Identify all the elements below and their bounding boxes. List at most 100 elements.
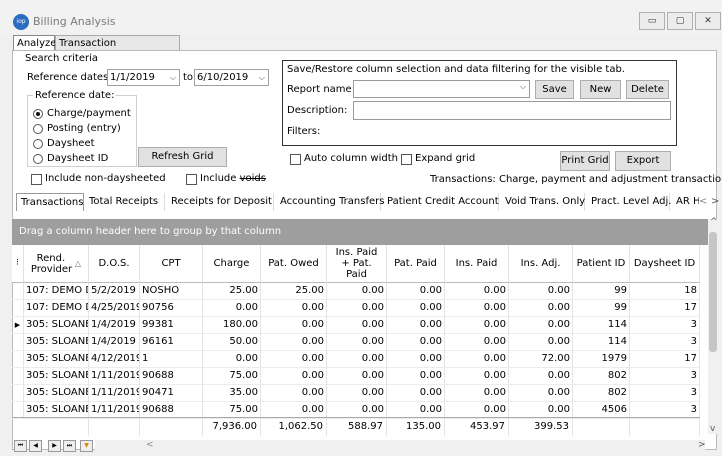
table-cell[interactable]: NOSHO bbox=[140, 283, 203, 300]
nav-last-icon[interactable]: ⏭ bbox=[63, 440, 76, 452]
scroll-down-icon[interactable]: v bbox=[710, 424, 715, 434]
close-button[interactable]: ✕ bbox=[695, 12, 721, 30]
table-cell[interactable]: 99 bbox=[573, 283, 630, 300]
row-indicator[interactable] bbox=[12, 385, 24, 402]
table-cell[interactable]: 0.00 bbox=[327, 368, 387, 385]
table-cell[interactable]: 18 bbox=[630, 283, 700, 300]
table-cell[interactable]: 90471 bbox=[140, 385, 203, 402]
table-cell[interactable]: 1979 bbox=[573, 351, 630, 368]
table-cell[interactable]: 0.00 bbox=[509, 317, 573, 334]
table-cell[interactable]: 3 bbox=[630, 334, 700, 351]
col-header-ins-paid-pat-paid[interactable]: Ins. Paid + Pat. Paid bbox=[327, 245, 387, 283]
auto-column-width-checkbox[interactable] bbox=[290, 154, 301, 165]
grid-tab-receipts-for-deposit[interactable]: Receipts for Deposit bbox=[167, 193, 274, 211]
table-cell[interactable]: 0.00 bbox=[261, 334, 327, 351]
row-indicator[interactable] bbox=[12, 368, 24, 385]
table-cell[interactable]: 0.00 bbox=[509, 334, 573, 351]
tab-analyze[interactable]: Analyze bbox=[13, 35, 56, 51]
table-cell[interactable]: 305: SLOANE bbox=[24, 317, 89, 334]
table-cell[interactable]: 0.00 bbox=[387, 368, 445, 385]
scroll-up-icon[interactable]: ^ bbox=[710, 217, 718, 227]
table-cell[interactable]: 90756 bbox=[140, 300, 203, 317]
col-header-ins-paid[interactable]: Ins. Paid bbox=[445, 245, 509, 283]
table-cell[interactable]: 96161 bbox=[140, 334, 203, 351]
table-cell[interactable]: 114 bbox=[573, 334, 630, 351]
grid-tab-ar-history[interactable]: AR H bbox=[672, 193, 699, 211]
table-cell[interactable]: 0.00 bbox=[327, 351, 387, 368]
table-cell[interactable]: 35.00 bbox=[203, 385, 261, 402]
column-chooser-icon[interactable]: ⁝ bbox=[12, 245, 24, 283]
group-by-bar[interactable]: Drag a column header here to group by th… bbox=[12, 219, 712, 245]
maximize-button[interactable]: ▢ bbox=[667, 12, 693, 30]
table-cell[interactable]: 5/2/2019 bbox=[89, 283, 140, 300]
col-header-dos[interactable]: D.O.S. bbox=[89, 245, 140, 283]
table-row[interactable]: 305: SLOANE 1/4/2019 96161 50.00 0.00 0.00 0.0… bbox=[12, 334, 700, 351]
report-name-combo[interactable]: ⌵ bbox=[353, 80, 530, 98]
nav-prev-icon[interactable]: ◀ bbox=[29, 440, 42, 452]
table-cell[interactable]: 0.00 bbox=[261, 317, 327, 334]
grid-tab-total-receipts[interactable]: Total Receipts bbox=[85, 193, 165, 211]
table-cell[interactable]: 1/4/2019 bbox=[89, 334, 140, 351]
table-row[interactable]: 305: SLOANE 4/12/2019 1 0.00 0.00 0.00 0.00 0.0… bbox=[12, 351, 700, 368]
new-button[interactable]: New bbox=[580, 80, 621, 99]
export-button[interactable]: Export bbox=[615, 151, 671, 171]
table-cell[interactable]: 3 bbox=[630, 385, 700, 402]
col-header-cpt[interactable]: CPT bbox=[140, 245, 203, 283]
table-cell[interactable]: 0.00 bbox=[387, 300, 445, 317]
tabs-scroll-left-icon[interactable]: < bbox=[699, 196, 707, 207]
table-cell[interactable]: 3 bbox=[630, 317, 700, 334]
table-cell[interactable]: 1 bbox=[140, 351, 203, 368]
radio-daysheet[interactable] bbox=[33, 139, 43, 149]
radio-charge-payment[interactable] bbox=[33, 109, 43, 119]
row-indicator[interactable] bbox=[12, 283, 24, 300]
current-row-indicator-icon[interactable]: ▶ bbox=[12, 317, 24, 334]
table-cell[interactable]: 0.00 bbox=[445, 283, 509, 300]
table-cell[interactable]: 0.00 bbox=[509, 385, 573, 402]
tabs-scroll-right-icon[interactable]: > bbox=[711, 196, 719, 207]
row-indicator[interactable] bbox=[12, 351, 24, 368]
chevron-down-icon[interactable]: ⌵ bbox=[520, 82, 526, 92]
table-cell[interactable]: 0.00 bbox=[387, 283, 445, 300]
delete-button[interactable]: Delete bbox=[626, 80, 669, 99]
scroll-right-icon[interactable]: > bbox=[698, 440, 706, 450]
table-cell[interactable]: 0.00 bbox=[261, 351, 327, 368]
col-header-charge[interactable]: Charge bbox=[203, 245, 261, 283]
table-cell[interactable]: 0.00 bbox=[203, 300, 261, 317]
vertical-scroll-thumb[interactable] bbox=[709, 232, 717, 352]
table-cell[interactable]: 90688 bbox=[140, 368, 203, 385]
table-cell[interactable]: 99 bbox=[573, 300, 630, 317]
table-cell[interactable]: 0.00 bbox=[327, 334, 387, 351]
table-cell[interactable]: 4/25/2019 bbox=[89, 300, 140, 317]
table-row[interactable]: 107: DEMO D 5/2/2019 NOSHO 25.00 25.00 0.00 0.… bbox=[12, 283, 700, 300]
table-cell[interactable]: 0.00 bbox=[445, 368, 509, 385]
grid-tab-void-trans-only[interactable]: Void Trans. Only bbox=[501, 193, 585, 211]
table-cell[interactable]: 0.00 bbox=[261, 300, 327, 317]
expand-grid-checkbox[interactable] bbox=[401, 154, 412, 165]
tab-transaction-maintenance[interactable]: Transaction Maintenance bbox=[55, 35, 180, 64]
table-cell[interactable]: 305: SLOANE bbox=[24, 385, 89, 402]
table-cell[interactable]: 75.00 bbox=[203, 368, 261, 385]
table-cell[interactable]: 0.00 bbox=[327, 283, 387, 300]
table-cell[interactable]: 0.00 bbox=[509, 283, 573, 300]
nav-first-icon[interactable]: ⏮ bbox=[14, 440, 27, 452]
table-cell[interactable]: 114 bbox=[573, 317, 630, 334]
table-cell[interactable]: 0.00 bbox=[445, 385, 509, 402]
table-cell[interactable]: 107: DEMO D bbox=[24, 283, 89, 300]
table-cell[interactable]: 0.00 bbox=[387, 334, 445, 351]
include-non-daysheeted-checkbox[interactable] bbox=[31, 174, 42, 185]
col-header-pat-owed[interactable]: Pat. Owed bbox=[261, 245, 327, 283]
date-to-combo[interactable]: 6/10/2019 ⌵ bbox=[194, 69, 269, 86]
radio-posting-entry[interactable] bbox=[33, 124, 43, 134]
table-cell[interactable]: 0.00 bbox=[445, 334, 509, 351]
table-cell[interactable]: 1/4/2019 bbox=[89, 317, 140, 334]
radio-daysheet-id[interactable] bbox=[33, 154, 43, 164]
table-cell[interactable]: 0.00 bbox=[203, 351, 261, 368]
table-cell[interactable]: 0.00 bbox=[509, 368, 573, 385]
table-cell[interactable]: 0.00 bbox=[327, 385, 387, 402]
col-header-pat-paid[interactable]: Pat. Paid bbox=[387, 245, 445, 283]
col-header-ins-adj[interactable]: Ins. Adj. bbox=[509, 245, 573, 283]
table-row[interactable]: 107: DEMO D 4/25/2019 90756 0.00 0.00 0.00 0.0… bbox=[12, 300, 700, 317]
col-header-rend-provider[interactable]: Rend. Provider △ bbox=[24, 245, 89, 283]
table-cell[interactable]: 1/11/2019 bbox=[89, 385, 140, 402]
minimize-button[interactable]: ▭ bbox=[639, 12, 665, 30]
